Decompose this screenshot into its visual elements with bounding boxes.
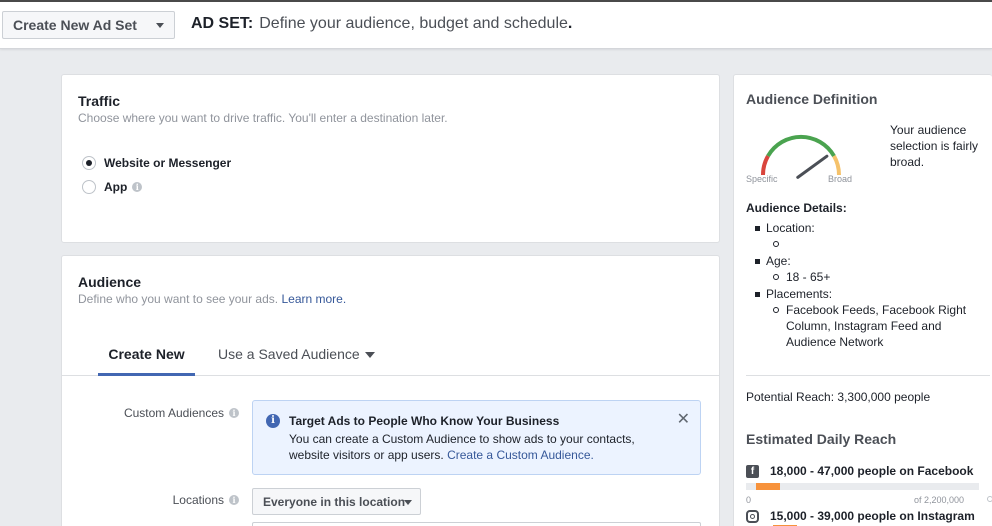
radio-unchecked-icon: [82, 180, 96, 194]
facebook-icon: f: [746, 464, 759, 478]
detail-age: Age:: [746, 253, 986, 269]
traffic-title: Traffic: [78, 93, 121, 109]
reach-bar-max: of 2,200,000: [914, 495, 965, 505]
detail-age-value: 18 - 65+: [746, 269, 986, 286]
radio-checked-icon: [82, 156, 96, 170]
learn-more-link[interactable]: Learn more.: [281, 292, 346, 306]
audience-subtitle: Define who you want to see your ads. Lea…: [78, 292, 346, 306]
detail-placements: Placements:: [746, 286, 986, 302]
gauge-red-segment: [760, 155, 770, 176]
potential-reach: Potential Reach: 3,300,000 people: [746, 390, 931, 404]
top-bar: Create New Ad Set AD SET: Define your aud…: [0, 0, 992, 49]
info-box-body: You can create a Custom Audience to show…: [289, 431, 659, 463]
custom-audiences-label: Custom Audiences i: [124, 406, 239, 420]
instagram-reach-row: 15,000 - 39,000 people on Instagram: [746, 509, 990, 523]
info-icon[interactable]: [987, 496, 992, 502]
detail-placements-value: Facebook Feeds, Facebook Right Column, I…: [746, 302, 986, 350]
info-icon[interactable]: i: [229, 495, 239, 505]
page-title-dot: .: [567, 15, 573, 32]
tab-create-new[interactable]: Create New: [98, 346, 195, 376]
gauge-needle: [796, 154, 829, 179]
facebook-reach-text: 18,000 - 47,000 people on Facebook: [770, 464, 974, 478]
radio-app[interactable]: App i: [82, 180, 143, 194]
audience-section: Audience Define who you want to see your…: [61, 255, 720, 526]
info-icon[interactable]: i: [132, 182, 143, 192]
radio-label: Website or Messenger: [104, 156, 232, 170]
info-box-title: Target Ads to People Who Know Your Busin…: [289, 414, 560, 428]
radio-label: App: [104, 180, 128, 194]
audience-definition-panel: Audience Definition Specific Broad Your …: [733, 74, 992, 526]
page-title-desc: Define your audience, budget and schedul…: [259, 15, 568, 32]
instagram-icon: [746, 509, 759, 523]
audience-tabs: Create New Use a Saved Audience: [62, 336, 719, 376]
reach-bar-min: 0: [746, 495, 752, 505]
info-icon: i: [266, 414, 280, 428]
chevron-down-icon: [404, 500, 412, 505]
custom-audiences-label-text: Custom Audiences: [123, 406, 224, 420]
gauge-yellow-segment: [832, 155, 842, 176]
page-title-strong: AD SET:: [191, 15, 254, 32]
detail-location-value: [746, 236, 986, 253]
info-icon[interactable]: i: [229, 408, 239, 418]
page-title: AD SET: Define your audience, budget and …: [191, 15, 572, 33]
locations-label-text: Locations: [172, 493, 224, 507]
instagram-reach-text: 15,000 - 39,000 people on Instagram: [770, 509, 975, 523]
audience-title: Audience: [78, 274, 142, 290]
audience-details-title: Audience Details:: [746, 201, 847, 215]
chevron-down-icon: [156, 23, 164, 28]
audience-breadth-description: Your audience selection is fairly broad.: [890, 123, 979, 169]
location-search-box[interactable]: [252, 522, 701, 526]
locations-label: Locations i: [173, 493, 239, 507]
traffic-subtitle: Choose where you want to drive traffic. …: [78, 111, 448, 125]
divider: [746, 375, 990, 376]
locations-dropdown[interactable]: Everyone in this location: [252, 488, 421, 515]
gauge-green-segment: [766, 134, 836, 158]
locations-dropdown-value: Everyone in this location: [263, 494, 406, 509]
create-ad-set-label: Create New Ad Set: [13, 17, 137, 33]
radio-website-or-messenger[interactable]: Website or Messenger: [82, 156, 231, 170]
gauge-specific-label: Specific: [746, 174, 778, 184]
facebook-reach-row: f 18,000 - 47,000 people on Facebook: [746, 464, 990, 478]
custom-audience-info-box: i Target Ads to People Who Know Your Bus…: [252, 400, 701, 475]
estimated-daily-reach-title: Estimated Daily Reach: [746, 431, 897, 447]
traffic-section: Traffic Choose where you want to drive t…: [61, 74, 720, 243]
create-custom-audience-link[interactable]: Create a Custom Audience.: [447, 448, 594, 462]
facebook-reach-bar-fill: [756, 483, 780, 490]
create-ad-set-dropdown[interactable]: Create New Ad Set: [2, 11, 175, 39]
detail-location: Location:: [746, 220, 986, 236]
caret-down-icon: [364, 352, 375, 359]
close-icon[interactable]: ✕: [677, 409, 690, 429]
audience-details-list: Location: Age: 18 - 65+ Placements: Face…: [746, 220, 986, 350]
tab-saved-audience-label: Use a Saved Audience: [218, 346, 360, 362]
tab-saved-audience[interactable]: Use a Saved Audience: [218, 346, 375, 362]
gauge-broad-label: Broad: [828, 174, 853, 184]
audience-definition-title: Audience Definition: [746, 91, 878, 107]
audience-subtitle-text: Define who you want to see your ads.: [78, 292, 279, 306]
facebook-reach-bar: [746, 483, 979, 490]
